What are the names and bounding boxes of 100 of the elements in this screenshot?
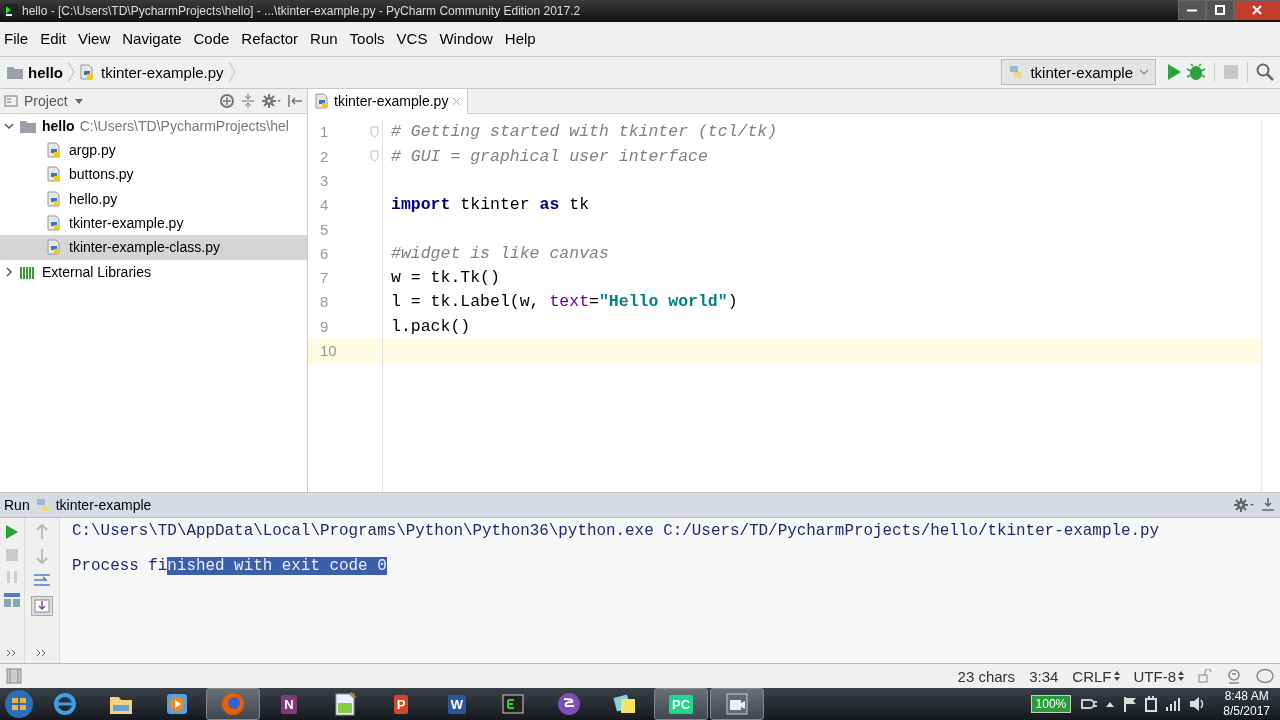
menu-item[interactable]: Run bbox=[310, 27, 344, 51]
menu-item[interactable]: Edit bbox=[40, 27, 73, 51]
line-number: 9 bbox=[319, 317, 330, 335]
line-number: 2 bbox=[319, 147, 330, 165]
editor-tab[interactable]: tkinter-example.py bbox=[308, 88, 469, 114]
battery-indicator[interactable]: 100% bbox=[1030, 695, 1072, 713]
emacs-icon bbox=[556, 691, 582, 717]
menu-item[interactable]: VCS bbox=[396, 27, 434, 51]
breadcrumb[interactable]: hello bbox=[6, 63, 63, 81]
run-config-name: tkinter-example bbox=[55, 496, 152, 513]
code-line: # Getting started with tkinter (tcl/tk) bbox=[391, 122, 778, 142]
settings-icon[interactable] bbox=[1233, 496, 1255, 513]
collapse-icon[interactable] bbox=[241, 92, 255, 109]
power-plug-icon[interactable] bbox=[1079, 697, 1098, 711]
inspector-icon[interactable] bbox=[1226, 668, 1242, 685]
status-dropdown[interactable]: UTF-8 bbox=[1133, 667, 1184, 685]
menu-item[interactable]: Window bbox=[439, 27, 499, 51]
updown-icon bbox=[1113, 671, 1120, 682]
settings-icon[interactable] bbox=[261, 92, 281, 109]
scroll-to-end-icon[interactable] bbox=[31, 595, 53, 616]
bug-icon[interactable] bbox=[1186, 63, 1206, 82]
code-line: # GUI = graphical user interface bbox=[391, 146, 708, 166]
line-number: 7 bbox=[319, 269, 330, 287]
python-icon bbox=[1008, 64, 1025, 81]
menu-item[interactable]: Navigate bbox=[122, 27, 188, 51]
menu-item[interactable]: Code bbox=[193, 27, 236, 51]
flag-icon[interactable] bbox=[1123, 696, 1138, 712]
line-number: 10 bbox=[319, 342, 338, 360]
panel-title[interactable]: Run bbox=[4, 496, 30, 513]
code-line: w = tk.Tk() bbox=[391, 268, 500, 288]
status-text: 3:34 bbox=[1029, 667, 1059, 685]
line-number: 4 bbox=[319, 196, 330, 214]
device-icon[interactable] bbox=[1145, 696, 1158, 712]
taskbar-app[interactable]: P bbox=[374, 688, 428, 720]
taskbar-app[interactable] bbox=[710, 688, 764, 720]
maximize-button[interactable] bbox=[1206, 0, 1234, 20]
code-line: import tkinter as tk bbox=[391, 195, 590, 215]
search-icon[interactable] bbox=[1256, 63, 1274, 82]
menu-item[interactable]: Tools bbox=[349, 27, 391, 51]
media-player-icon bbox=[164, 691, 190, 717]
app-icon bbox=[4, 3, 18, 18]
soft-wrap-icon[interactable] bbox=[33, 571, 51, 588]
code-line: l.pack() bbox=[391, 316, 471, 336]
fold-marker-icon[interactable] bbox=[370, 150, 379, 163]
tree-item[interactable]: buttons.py bbox=[0, 162, 307, 187]
layout-icon[interactable] bbox=[3, 591, 21, 608]
taskbar-app[interactable]: W bbox=[430, 688, 484, 720]
tree-item[interactable]: hello.py bbox=[0, 186, 307, 211]
menu-item[interactable]: File bbox=[4, 27, 35, 51]
panel-title[interactable]: Project bbox=[24, 92, 68, 109]
run-icon[interactable] bbox=[1166, 63, 1182, 82]
minimize-button[interactable] bbox=[1178, 0, 1206, 20]
firefox-icon bbox=[220, 691, 246, 717]
folder-icon bbox=[6, 64, 24, 81]
line-number: 3 bbox=[319, 172, 330, 189]
menu-item[interactable]: Help bbox=[504, 27, 542, 51]
clock-date[interactable]: 8/5/2017 bbox=[1223, 704, 1270, 719]
console-line: Process finished with exit code 0 bbox=[72, 556, 388, 575]
menu-item[interactable]: Refactor bbox=[241, 27, 305, 51]
maximize-icon bbox=[1215, 5, 1225, 15]
speaker-icon[interactable] bbox=[1189, 696, 1206, 712]
signal-icon[interactable] bbox=[1165, 697, 1182, 711]
console-line: C:\Users\TD\AppData\Local\Programs\Python\Python36\python.exe C:/Users/TD/PycharmProjects/hello/tkinter-example.py bbox=[72, 521, 1161, 540]
tree-item[interactable]: hello C:\Users\TD\PycharmProjects\hel bbox=[0, 113, 307, 139]
window-title: hello - [C:\Users\TD\PycharmProjects\hello] - ...\tkinter-example.py - PyCharm Community Edition 2017.2 bbox=[22, 3, 582, 18]
run-icon[interactable] bbox=[5, 523, 19, 540]
tree-item[interactable]: tkinter-example-class.py bbox=[0, 235, 307, 260]
hide-icon[interactable] bbox=[287, 92, 303, 109]
tree-item[interactable]: argp.py bbox=[0, 138, 307, 163]
fold-marker-icon[interactable] bbox=[370, 125, 379, 138]
chevron-icon bbox=[227, 61, 236, 84]
line-number: 8 bbox=[319, 293, 330, 311]
python-icon bbox=[34, 496, 51, 513]
breadcrumb[interactable]: tkinter-example.py bbox=[79, 63, 224, 81]
chat-bubble-icon[interactable] bbox=[1256, 668, 1274, 685]
code-line: l = tk.Label(w, text="Hello world") bbox=[391, 292, 738, 312]
lock-icon[interactable] bbox=[1198, 669, 1212, 684]
updown-icon bbox=[1178, 671, 1184, 682]
project-icon bbox=[4, 93, 18, 108]
close-icon[interactable] bbox=[452, 96, 462, 106]
run-config-dropdown[interactable]: tkinter-example bbox=[1001, 59, 1156, 86]
status-text: 23 chars bbox=[957, 667, 1016, 685]
up-arrow-icon[interactable] bbox=[1105, 700, 1116, 708]
tree-item[interactable]: tkinter-example.py bbox=[0, 210, 307, 236]
caret-icon[interactable] bbox=[73, 96, 84, 105]
line-number: 5 bbox=[319, 220, 330, 238]
taskbar-app[interactable]: N bbox=[262, 688, 316, 720]
video-app-icon bbox=[724, 691, 750, 717]
close-button[interactable] bbox=[1234, 0, 1280, 20]
tree-item[interactable]: External Libraries bbox=[0, 259, 307, 284]
panel-toggle-icon[interactable] bbox=[6, 668, 22, 685]
notepad-icon bbox=[332, 691, 358, 717]
menu-item[interactable]: View bbox=[78, 27, 117, 51]
start-button[interactable] bbox=[2, 689, 36, 719]
caret-icon bbox=[1139, 68, 1149, 77]
code-line: #widget is like canvas bbox=[391, 243, 609, 263]
hide-panel-icon[interactable] bbox=[1260, 496, 1276, 513]
clock-time[interactable]: 8:48 AM bbox=[1224, 689, 1269, 704]
status-dropdown[interactable]: CRLF bbox=[1072, 667, 1120, 685]
locate-icon[interactable] bbox=[219, 92, 235, 109]
